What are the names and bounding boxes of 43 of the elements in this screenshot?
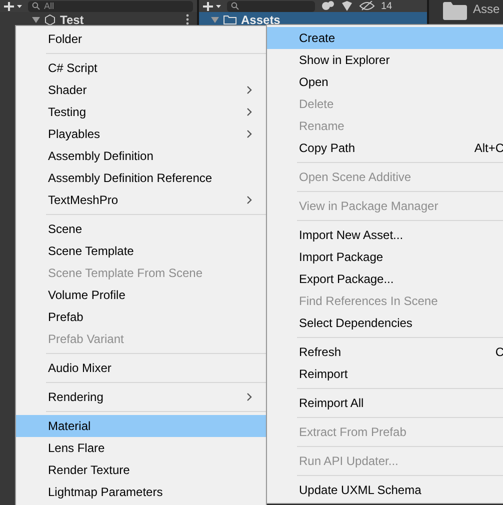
folder-icon bbox=[223, 14, 237, 24]
hidden-eye-icon[interactable] bbox=[359, 1, 375, 11]
search-field[interactable]: All bbox=[28, 0, 193, 12]
menu-item[interactable]: TextMeshPro bbox=[16, 189, 266, 211]
menu-item[interactable]: Material bbox=[16, 415, 266, 437]
menu-item[interactable]: Assembly Definition bbox=[16, 145, 266, 167]
menu-item[interactable]: Import Package bbox=[267, 246, 503, 268]
add-button[interactable] bbox=[4, 2, 22, 10]
menu-item[interactable]: Create bbox=[267, 27, 503, 49]
scene-name: Test bbox=[60, 12, 85, 26]
hidden-count: 14 bbox=[381, 0, 392, 12]
menu-item[interactable]: Testing bbox=[16, 101, 266, 123]
menu-item[interactable]: Prefab bbox=[16, 306, 266, 328]
menu-item[interactable]: Reimport All bbox=[267, 392, 503, 414]
menu-item[interactable]: Import New Asset... bbox=[267, 224, 503, 246]
menu-item[interactable]: Lens Flare bbox=[16, 437, 266, 459]
search-icon bbox=[231, 2, 239, 10]
menu-item[interactable]: Lightmap Parameters bbox=[16, 481, 266, 503]
menu-item[interactable]: Update UXML Schema bbox=[267, 479, 503, 501]
menu-item[interactable]: Export Package... bbox=[267, 268, 503, 290]
menu-item[interactable]: Folder bbox=[16, 28, 266, 50]
more-icon[interactable] bbox=[186, 14, 189, 25]
menu-item[interactable]: Volume Profile bbox=[16, 284, 266, 306]
menu-item[interactable]: Reimport bbox=[267, 363, 503, 385]
menu-item[interactable]: Playables bbox=[16, 123, 266, 145]
menu-item[interactable]: Audio Mixer bbox=[16, 357, 266, 379]
menu-item[interactable]: Select Dependencies bbox=[267, 312, 503, 334]
menu-item[interactable]: C# Script bbox=[16, 57, 266, 79]
add-button[interactable] bbox=[203, 2, 221, 10]
menu-item[interactable]: Scene bbox=[16, 218, 266, 240]
menu-item[interactable]: Open bbox=[267, 71, 503, 93]
menu-item[interactable]: Scene Template bbox=[16, 240, 266, 262]
folder-icon[interactable] bbox=[443, 2, 467, 20]
search-icon bbox=[32, 2, 40, 10]
search-field[interactable] bbox=[227, 0, 315, 12]
menu-item[interactable]: Rendering bbox=[16, 386, 266, 408]
menu-item[interactable]: Assembly Definition Reference bbox=[16, 167, 266, 189]
menu-item[interactable]: Shader bbox=[16, 79, 266, 101]
filter-icon[interactable] bbox=[321, 1, 335, 11]
menu-item[interactable]: Render Texture bbox=[16, 459, 266, 481]
menu-item[interactable]: Show in Explorer bbox=[267, 49, 503, 71]
folder-name: Assets bbox=[241, 12, 280, 26]
breadcrumb[interactable]: Asse bbox=[473, 2, 500, 16]
